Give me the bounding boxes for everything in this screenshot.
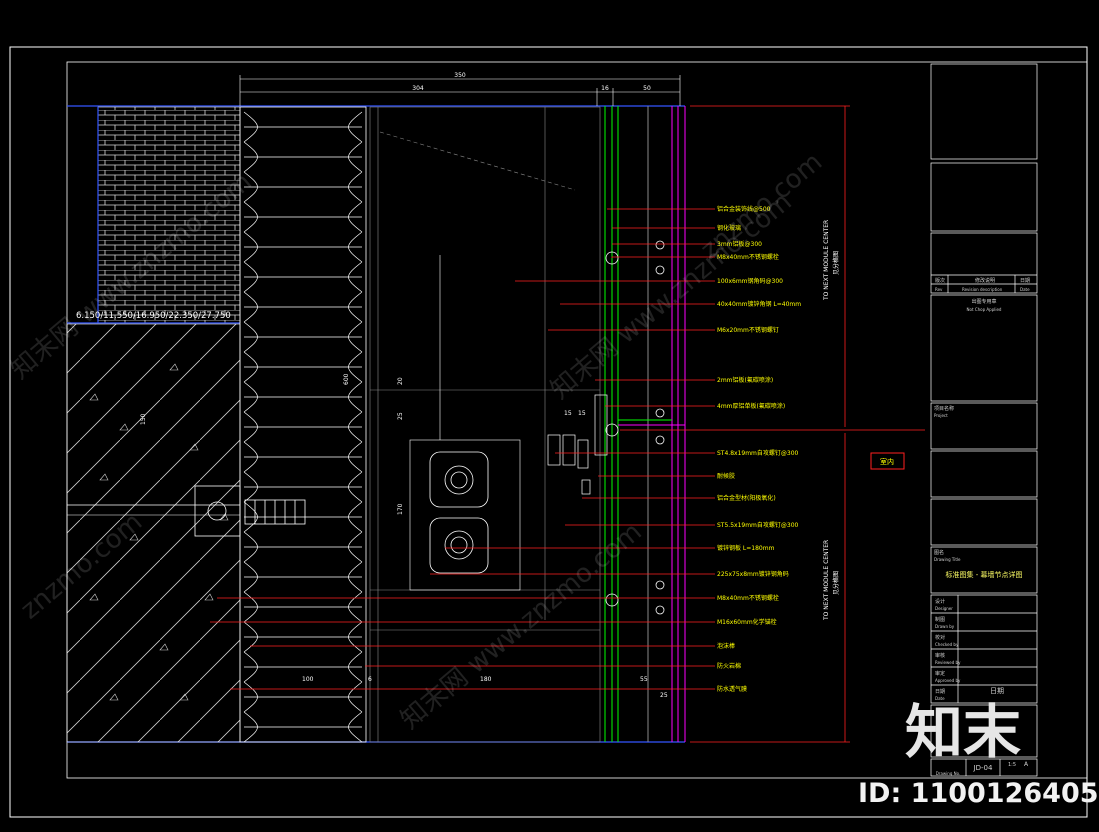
dim-left-600: 600 xyxy=(343,373,350,385)
tb-date-value: 日期 xyxy=(990,687,1004,695)
dim-top-3: 50 xyxy=(643,85,651,92)
callout-label: M16x60mm化学锚栓 xyxy=(717,618,777,626)
callout-label: 耐候胶 xyxy=(717,472,735,480)
dim-top-1: 304 xyxy=(412,85,424,92)
tb-title-cn: 图名 xyxy=(934,549,944,556)
tb-reviewer-en: Reviewed by xyxy=(935,660,961,665)
callout-label: 铝合金型材(阳极氧化) xyxy=(717,494,776,502)
dim-left-15b: 15 xyxy=(578,410,586,417)
tb-rev-value: A xyxy=(1024,761,1029,768)
mullion-system xyxy=(604,106,686,742)
callout-box-text: 室内 xyxy=(880,457,894,466)
steel-plate xyxy=(409,439,521,591)
dim-left-25: 25 xyxy=(397,412,404,420)
dim-left-15a: 15 xyxy=(564,410,572,417)
title-block xyxy=(930,63,1038,777)
callout-label: 40x40mm镀锌角钢 L=40mm xyxy=(717,300,801,308)
dashed-slope-line xyxy=(379,131,576,191)
callout-label: M6x20mm不锈钢螺钉 xyxy=(717,326,779,334)
top-dimension-chain xyxy=(239,75,681,106)
tb-date-label: 日期 xyxy=(1020,278,1030,284)
insulation-wave-pattern xyxy=(243,111,363,743)
callout-labels: 铝合金装饰线@500钢化玻璃3mm铝板@300M8x40mm不锈钢螺栓100x6… xyxy=(717,205,801,693)
dim-bottom-25: 25 xyxy=(660,692,668,699)
tb-desc-label: 修改说明 xyxy=(975,277,995,284)
tb-designer: 设计 xyxy=(935,598,945,605)
brand-id-text: ID: 1100126405 xyxy=(858,778,1099,809)
tb-drawing-title: 标准图集 - 幕墙节点详图 xyxy=(946,570,1023,579)
dim-top-total: 350 xyxy=(454,72,466,79)
tb-desc-en: Revision description xyxy=(962,287,1003,292)
tb-stamp-cn: 出图专用章 xyxy=(971,298,996,305)
tb-rev-en: Rev xyxy=(935,287,943,292)
callout-leaders xyxy=(210,208,715,690)
callout-label: 防水透气膜 xyxy=(717,685,747,693)
callout-label: 泡沫棒 xyxy=(717,642,735,650)
tb-rev-label: 版次 xyxy=(935,277,945,284)
callout-label: 镀锌钢板 L=180mm xyxy=(717,544,775,552)
tb-date-en: Date xyxy=(1020,287,1030,292)
tb-stamp-en: Not Chop Applied xyxy=(967,307,1002,312)
tb-approver-en: Approved by xyxy=(935,678,961,683)
callout-label: ST5.5x19mm自攻螺钉@300 xyxy=(717,521,799,529)
dim-top-2: 16 xyxy=(601,85,609,92)
tb-title-en: Drawing Title xyxy=(934,557,961,562)
dim-bottom-6: 6 xyxy=(368,676,372,683)
tb-project-en: Project xyxy=(934,413,948,418)
tb-designer-en: Designer xyxy=(935,606,953,611)
tb-date-cn: 日期 xyxy=(935,689,945,695)
tb-drawer: 制图 xyxy=(935,616,945,623)
module-note-lower: TO NEXT MODULE CENTER xyxy=(823,540,830,621)
callout-label: 225x75x8mm镀锌钢角码 xyxy=(717,570,789,578)
watermark-3: 知末网 www.znzmo.com xyxy=(395,517,647,736)
tb-checker: 校对 xyxy=(935,634,945,641)
callout-label: M8x40mm不锈钢螺栓 xyxy=(717,594,779,602)
callout-label: 4mm厚铝单板(氟碳喷涂) xyxy=(717,402,785,410)
concrete-slab xyxy=(66,323,241,743)
module-note-upper-b: 见分格图 xyxy=(832,251,840,275)
cad-drawing-canvas: TO NEXT MODULE CENTER 见分格图 TO NEXT MODUL… xyxy=(5,46,1099,818)
insulation-outline xyxy=(239,106,367,743)
callout-label: ST4.8x19mm自攻螺钉@300 xyxy=(717,449,799,457)
module-note-lower-b: 见分格图 xyxy=(832,571,840,595)
tb-dwg-no-label: Drawing No. xyxy=(936,771,961,776)
module-note-upper: TO NEXT MODULE CENTER xyxy=(823,220,830,301)
dim-left-170: 170 xyxy=(397,503,404,515)
tb-approver: 审定 xyxy=(935,670,945,677)
steel-tube-lower xyxy=(429,517,489,574)
tb-drawer-en: Drawn by xyxy=(935,624,955,629)
dim-left-20: 20 xyxy=(397,377,404,385)
dim-bottom-100: 100 xyxy=(302,676,314,683)
steel-tube-upper xyxy=(429,451,489,508)
dim-bottom-55: 55 xyxy=(640,676,648,683)
callout-label: 防火岩棉 xyxy=(717,662,741,670)
callout-label: 100x6mm钢角码@300 xyxy=(717,277,783,285)
callout-label: 2mm铝板(氟碳喷涂) xyxy=(717,376,773,384)
dim-left-150: 150 xyxy=(140,413,147,425)
tb-checker-en: Checked by xyxy=(935,642,959,647)
tb-reviewer: 审核 xyxy=(935,652,945,659)
brand-logo: 知末 xyxy=(905,698,1021,766)
tb-project-cn: 项目名称 xyxy=(934,405,954,412)
